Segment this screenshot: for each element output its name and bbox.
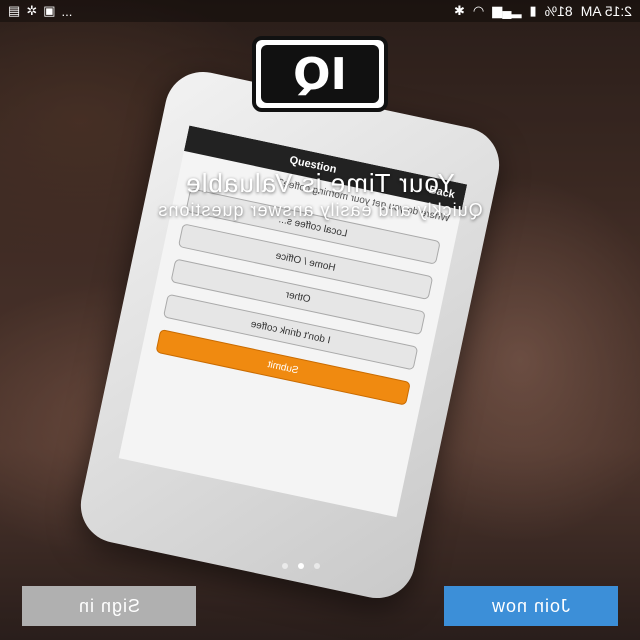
sign-in-label: Sign in — [77, 595, 141, 616]
logo-text: IQ — [261, 45, 379, 103]
wifi-icon: ◠ — [472, 3, 485, 18]
page-dot-active[interactable] — [298, 563, 304, 569]
join-now-label: Join now — [491, 595, 571, 616]
join-now-button[interactable]: Join now — [444, 586, 618, 626]
notification-icon: ▣ — [43, 3, 56, 18]
sign-in-button[interactable]: Sign in — [22, 586, 196, 626]
status-bar-left-group: 2:15 AM 81% ▮ ▂▄▆ ◠ ✱ — [454, 3, 632, 19]
battery-icon: ▮ — [529, 3, 537, 18]
settings-icon: ✲ — [26, 3, 38, 18]
hero-subtitle: Quickly and easily answer questions — [157, 200, 483, 220]
status-bar-right-group: ... ▣ ✲ ▤ — [8, 3, 72, 19]
signal-icon: ▂▄▆ — [492, 3, 522, 18]
hero-headline: Your Time is Valuable — [185, 168, 455, 198]
overflow-icon: ... — [61, 3, 73, 19]
battery-percent: 81% — [544, 3, 573, 19]
bluetooth-icon: ✱ — [453, 3, 465, 18]
status-time: 2:15 AM — [580, 3, 632, 19]
image-icon: ▤ — [8, 3, 21, 18]
app-logo: IQ — [252, 36, 388, 112]
page-dot[interactable] — [314, 563, 320, 569]
page-dot[interactable] — [282, 563, 288, 569]
page-indicator — [282, 563, 320, 569]
status-bar: ... ▣ ✲ ▤ 2:15 AM 81% ▮ ▂▄▆ ◠ ✱ — [0, 0, 640, 22]
